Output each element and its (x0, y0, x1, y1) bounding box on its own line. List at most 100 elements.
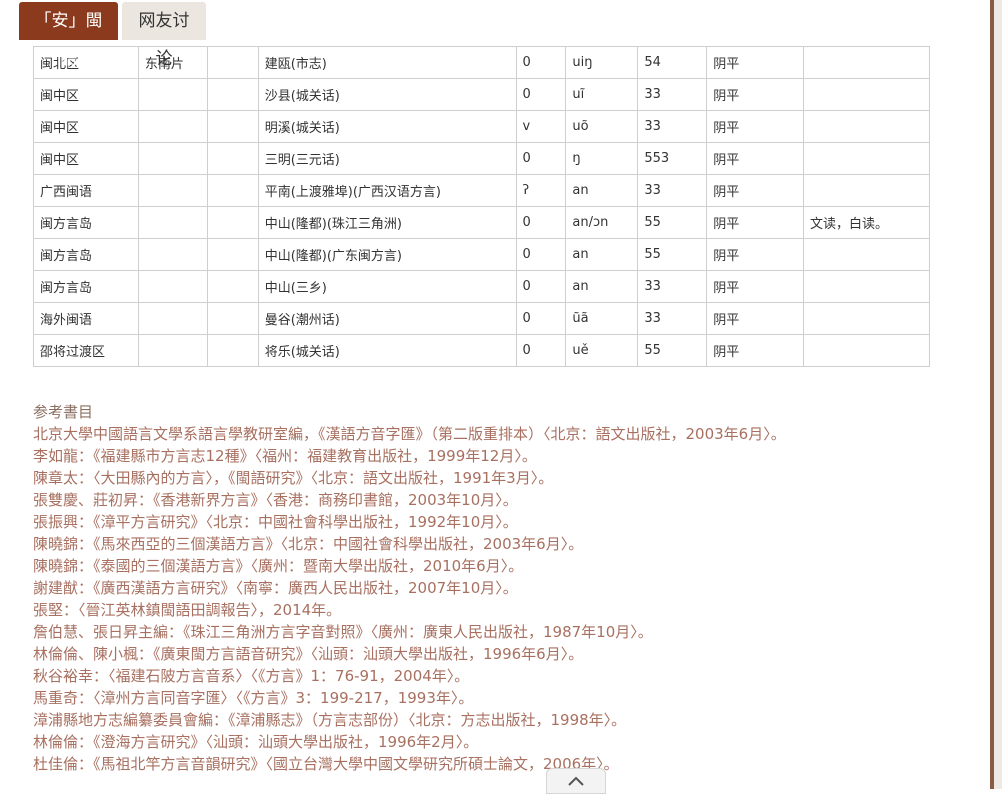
dialect-table: 闽北区东南片建瓯(市志)0uiŋ54阴平闽中区沙县(城关话)0uĩ33阴平闽中区… (33, 46, 930, 367)
reference-item: 張堅：〈晉江英林鎮閩語田調報告〉，2014年。 (33, 601, 342, 619)
table-cell: 阴平 (706, 110, 805, 143)
table-cell: 0 (515, 46, 567, 79)
table-cell: 邵将过渡区 (33, 334, 139, 367)
table-cell (137, 334, 208, 367)
table-cell: 0 (515, 78, 567, 111)
table-cell: 中山(隆都)(广东闽方言) (257, 238, 517, 271)
table-cell (206, 142, 259, 175)
table-cell: ũã (565, 302, 639, 335)
table-cell: 明溪(城关话) (257, 110, 517, 143)
table-row: 闽方言岛 中山(三乡) 0 an 33 阴平 (33, 270, 930, 303)
table-cell: 阴平 (706, 142, 805, 175)
table-cell: 闽方言岛 (33, 206, 139, 239)
table-cell (206, 174, 259, 207)
table-cell: 0 (515, 334, 567, 367)
main-content: 闽北区东南片建瓯(市志)0uiŋ54阴平闽中区沙县(城关话)0uĩ33阴平闽中区… (33, 46, 973, 775)
table-cell: ʔ (515, 174, 567, 207)
table-cell: 闽中区 (33, 142, 139, 175)
table-cell: 广西闽语 (33, 174, 139, 207)
table-cell: uĩ (565, 78, 639, 111)
table-row: 闽方言岛 中山(隆都)(珠江三角洲) 0 an/ɔn 55 阴平 文读，白读。 (33, 206, 930, 239)
table-cell: ŋ (565, 142, 639, 175)
table-cell: 中山(三乡) (257, 270, 517, 303)
table-row: 闽中区 三明(三元话) 0 ŋ 553 阴平 (33, 142, 930, 175)
table-cell (137, 142, 208, 175)
table-cell: 0 (515, 302, 567, 335)
table-row: 闽中区 明溪(城关话) v uõ 33 阴平 (33, 110, 930, 143)
table-cell: 建瓯(市志) (257, 46, 517, 79)
table-cell: 33 (637, 270, 708, 303)
reference-item: 北京大學中國語言文學系語言學教研室編，《漢語方音字匯》（第二版重排本）〈北京：語… (33, 425, 786, 443)
table-cell: 闽中区 (33, 78, 139, 111)
table-cell: 0 (515, 206, 567, 239)
table-cell (137, 238, 208, 271)
references-title: 参考書目 (33, 403, 94, 421)
table-cell (803, 142, 930, 175)
table-cell: 33 (637, 78, 708, 111)
table-cell: 阴平 (706, 174, 805, 207)
table-cell: an (565, 270, 639, 303)
table-cell: uõ (565, 110, 639, 143)
reference-item: 陳章太：〈大田縣內的方言〉，《閩語研究》〈北京：語文出版社，1991年3月〉。 (33, 469, 554, 487)
table-cell (206, 110, 259, 143)
tab-an-minyu[interactable]: 「安」閩語 (19, 2, 118, 69)
table-cell: 553 (637, 142, 708, 175)
table-cell: 三明(三元话) (257, 142, 517, 175)
table-cell: 沙县(城关话) (257, 78, 517, 111)
table-row: 闽方言岛 中山(隆都)(广东闽方言) 0 an 55 阴平 (33, 238, 930, 271)
table-cell: 阴平 (706, 78, 805, 111)
table-cell (803, 270, 930, 303)
table-cell (803, 302, 930, 335)
table-cell: 东南片 (137, 46, 208, 79)
table-cell (206, 238, 259, 271)
table-cell: 文读，白读。 (803, 206, 930, 239)
reference-item: 張振興：《漳平方言研究》〈北京：中國社會科學出版社，1992年10月〉。 (33, 513, 518, 531)
table-cell: an (565, 238, 639, 271)
table-cell (206, 206, 259, 239)
table-cell (803, 110, 930, 143)
table-cell: 0 (515, 142, 567, 175)
references-list: 北京大學中國語言文學系語言學教研室編，《漢語方音字匯》（第二版重排本）〈北京：語… (33, 423, 973, 775)
table-cell: 阴平 (706, 270, 805, 303)
table-cell: 中山(隆都)(珠江三角洲) (257, 206, 517, 239)
scrollbar[interactable] (990, 0, 1002, 789)
table-cell: 0 (515, 270, 567, 303)
reference-item: 馬重奇：〈漳州方言同音字匯〉〈《方言》3：199-217，1993年〉。 (33, 689, 474, 707)
table-cell: v (515, 110, 567, 143)
reference-item: 謝建猷：《廣西漢語方言研究》〈南寧：廣西人民出版社，2007年10月〉。 (33, 579, 518, 597)
reference-item: 李如龍：《福建縣市方言志12種》〈福州：福建教育出版社，1999年12月〉。 (33, 447, 537, 465)
scroll-top-button[interactable] (546, 768, 606, 794)
table-cell: 闽方言岛 (33, 270, 139, 303)
table-cell: an (565, 174, 639, 207)
table-cell: an/ɔn (565, 206, 639, 239)
table-cell: 阴平 (706, 302, 805, 335)
table-cell (803, 78, 930, 111)
table-cell (137, 174, 208, 207)
table-cell (206, 334, 259, 367)
table-cell: 0 (515, 238, 567, 271)
table-cell (206, 46, 259, 79)
table-cell: 阴平 (706, 46, 805, 79)
references: 参考書目 北京大學中國語言文學系語言學教研室編，《漢語方音字匯》（第二版重排本）… (33, 401, 973, 775)
chevron-up-icon (568, 776, 584, 786)
reference-item: 張雙慶、莊初昇：《香港新界方言》〈香港：商務印書館，2003年10月〉。 (33, 491, 518, 509)
table-cell: 闽中区 (33, 110, 139, 143)
table-row: 广西闽语 平南(上渡雅埠)(广西汉语方言) ʔ an 33 阴平 (33, 174, 930, 207)
table-cell (137, 302, 208, 335)
table-cell (803, 334, 930, 367)
table-cell: 33 (637, 302, 708, 335)
tab-discussion[interactable]: 网友讨论 (122, 2, 206, 69)
table-cell (137, 206, 208, 239)
table-cell (206, 78, 259, 111)
reference-item: 秋谷裕幸：〈福建石陂方言音系〉〈《方言》1：76-91，2004年〉。 (33, 667, 470, 685)
reference-item: 林倫倫：《澄海方言研究》〈汕頭：汕頭大學出版社，1996年2月〉。 (33, 733, 479, 751)
table-row: 邵将过渡区 将乐(城关话) 0 uě 55 阴平 (33, 334, 930, 367)
table-cell: 33 (637, 174, 708, 207)
table-cell: 曼谷(潮州话) (257, 302, 517, 335)
table-cell (206, 270, 259, 303)
table-cell: 55 (637, 238, 708, 271)
reference-item: 林倫倫、陳小楓：《廣東閩方言語音研究》〈汕頭：汕頭大學出版社，1996年6月〉。 (33, 645, 584, 663)
table-cell: 阴平 (706, 206, 805, 239)
table-cell: 55 (637, 334, 708, 367)
table-cell (137, 110, 208, 143)
